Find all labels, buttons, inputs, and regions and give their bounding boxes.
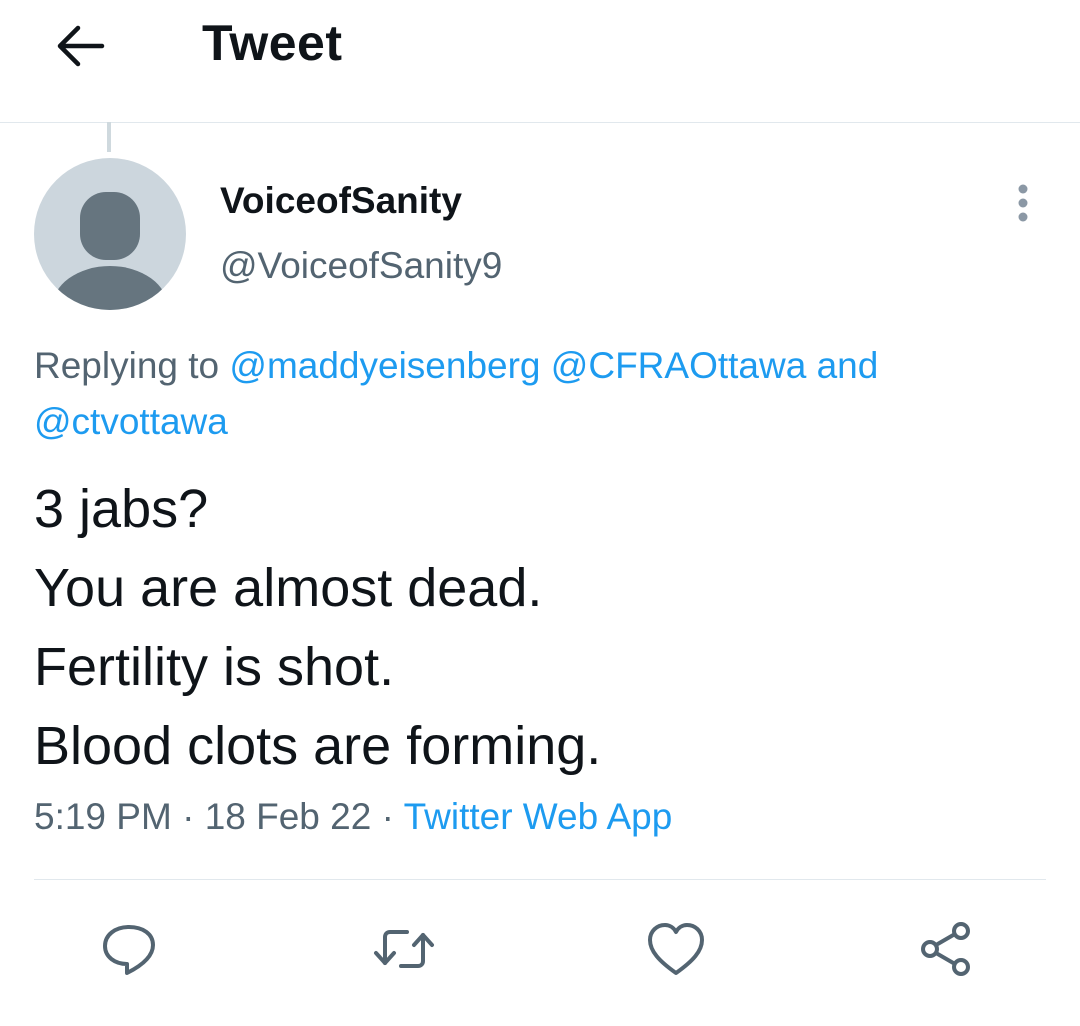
reply-icon [103, 925, 155, 975]
mention-link[interactable]: @ctvottawa [34, 401, 228, 442]
tweet-text-line: Blood clots are forming. [34, 716, 602, 776]
heart-icon [648, 923, 704, 975]
tweet-text: 3 jabs? You are almost dead. Fertility i… [34, 470, 1044, 786]
author-display-name[interactable]: VoiceofSanity [220, 180, 462, 222]
back-button[interactable] [52, 18, 108, 74]
retweet-button[interactable] [371, 916, 437, 982]
meta-separator: · [182, 796, 195, 837]
more-options-button[interactable] [1000, 180, 1046, 226]
replying-to-line: Replying to @maddyeisenberg @CFRAOttawa … [34, 338, 1044, 450]
divider [34, 879, 1046, 880]
thread-connector-line [107, 122, 111, 152]
tweet-source-link[interactable]: Twitter Web App [404, 796, 673, 837]
tweet-metadata: 5:19 PM · 18 Feb 22 · Twitter Web App [34, 796, 672, 838]
mention-link[interactable]: @maddyeisenberg [229, 345, 540, 386]
like-button[interactable] [643, 916, 709, 982]
meta-separator: · [381, 796, 394, 837]
tweet-text-line: 3 jabs? [34, 479, 209, 539]
more-vertical-icon [1018, 184, 1028, 222]
share-button[interactable] [912, 916, 978, 982]
tweet-text-line: You are almost dead. [34, 558, 543, 618]
reply-button[interactable] [96, 916, 162, 982]
arrow-left-icon [57, 25, 105, 67]
mention-conjunction: and [816, 345, 879, 386]
retweet-icon [374, 930, 434, 968]
replying-to-label: Replying to [34, 345, 220, 386]
avatar[interactable] [34, 158, 186, 310]
app-header: Tweet [0, 0, 1080, 123]
tweet-time[interactable]: 5:19 PM [34, 796, 172, 837]
tweet-text-line: Fertility is shot. [34, 637, 395, 697]
page-title: Tweet [202, 15, 343, 71]
tweet-date[interactable]: 18 Feb 22 [205, 796, 372, 837]
author-handle[interactable]: @VoiceofSanity9 [220, 245, 502, 287]
default-avatar-icon [52, 192, 168, 310]
mention-link[interactable]: @CFRAOttawa [551, 345, 807, 386]
share-icon [921, 922, 970, 976]
